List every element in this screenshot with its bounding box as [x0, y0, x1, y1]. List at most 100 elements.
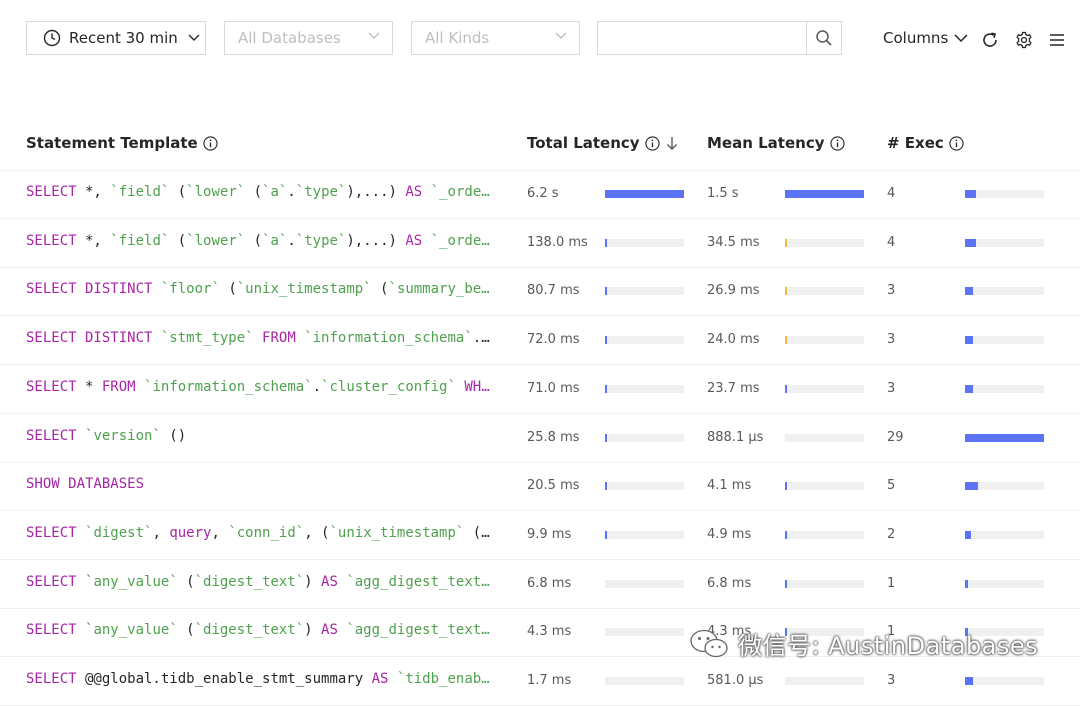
sql-token: AS	[371, 671, 389, 687]
search-input[interactable]	[597, 21, 808, 55]
header-mean-latency[interactable]: Mean Latency	[707, 134, 845, 152]
total-latency-bar	[605, 628, 684, 637]
total-latency-bar	[605, 579, 684, 588]
exec-count-value: 4	[887, 186, 896, 201]
header-total-latency[interactable]: Total Latency	[527, 134, 678, 152]
mean-latency-bar-fill	[785, 190, 864, 198]
sql-token: AS	[405, 184, 423, 200]
total-latency-bar-fill	[605, 190, 684, 198]
statement-template-cell[interactable]: SELECT `any_value` (`digest_text`) AS `a…	[26, 574, 506, 590]
exec-count-bar-fill	[965, 433, 1044, 442]
search-button[interactable]	[806, 21, 842, 55]
total-latency-bar-fill	[605, 482, 607, 491]
total-latency-bar-fill	[605, 336, 607, 345]
exec-count-bar-fill	[965, 384, 973, 393]
sql-token: SELECT	[26, 378, 77, 395]
statement-template-cell[interactable]: SELECT DISTINCT `floor` (`unix_timestamp…	[26, 281, 506, 297]
sql-token: (	[169, 184, 187, 200]
statement-template-cell[interactable]: SELECT *, `field` (`lower` (`a`.`type`),…	[26, 233, 506, 249]
exec-count-bar-fill	[965, 336, 973, 345]
total-latency-value: 25.8 ms	[527, 429, 580, 445]
database-select[interactable]: All Databases	[224, 21, 393, 55]
table-row[interactable]: SELECT DISTINCT `floor` (`unix_timestamp…	[0, 267, 1080, 317]
settings-button[interactable]	[1014, 30, 1034, 50]
reload-button[interactable]	[980, 30, 1000, 50]
statement-template-cell[interactable]: SELECT DISTINCT `stmt_type` FROM `inform…	[26, 330, 506, 346]
kind-select[interactable]: All Kinds	[411, 21, 580, 55]
sql-token: `a`	[262, 184, 288, 200]
sql-token: SELECT	[26, 573, 77, 590]
sql-token: `agg_digest_text…	[346, 573, 490, 590]
mean-latency-bar	[785, 677, 864, 685]
total-latency-value: 6.8 ms	[527, 575, 572, 591]
mean-latency-value: 4.9 ms	[707, 526, 752, 542]
sql-token: `agg_digest_text…	[346, 622, 490, 639]
sql-token: `digest_text`	[194, 573, 305, 590]
header-exec-count[interactable]: # Exec	[887, 134, 964, 152]
exec-count-value: 3	[887, 283, 896, 299]
sql-token: `unix_timestamp`	[236, 281, 372, 298]
sql-token: `field`	[110, 232, 170, 249]
table-row[interactable]: SELECT `version` () 25.8 ms 888.1 µs 29	[0, 414, 1080, 463]
sql-token: SELECT	[26, 232, 77, 249]
sort-descending-icon[interactable]	[666, 136, 678, 151]
menu-button[interactable]	[1047, 30, 1067, 50]
statement-template-cell[interactable]: SELECT *, `field` (`lower` (`a`.`type`),…	[26, 184, 506, 200]
sql-token: (	[169, 232, 187, 249]
info-icon[interactable]	[644, 135, 660, 151]
sql-token: `floor`	[160, 281, 220, 298]
header-total-latency-label: Total Latency	[527, 134, 640, 152]
sql-token: .…	[472, 330, 490, 347]
wechat-icon	[690, 629, 728, 657]
exec-count-value: 1	[887, 575, 896, 591]
sql-token: FROM	[262, 330, 296, 347]
statement-template-cell[interactable]: SELECT `any_value` (`digest_text`) AS `a…	[26, 622, 506, 638]
statement-template-cell[interactable]: SHOW DATABASES	[26, 476, 506, 492]
table-row[interactable]: SELECT *, `field` (`lower` (`a`.`type`),…	[0, 219, 1080, 268]
statement-template-cell[interactable]: SELECT `version` ()	[26, 428, 506, 444]
sql-token: `cluster_config`	[321, 378, 456, 395]
header-statement-label: Statement Template	[26, 134, 198, 152]
sql-token: .	[312, 378, 322, 395]
exec-count-bar	[965, 287, 1044, 296]
sql-token: `information_schema`	[304, 330, 473, 347]
statement-template-cell[interactable]: SELECT `digest`, query, `conn_id`, (`uni…	[26, 525, 506, 541]
sql-token: `lower`	[186, 232, 246, 249]
table-row[interactable]: SELECT DISTINCT `stmt_type` FROM `inform…	[0, 316, 1080, 366]
statement-template-cell[interactable]: SELECT @@global.tidb_enable_stmt_summary…	[26, 671, 506, 687]
statement-template-cell[interactable]: SELECT * FROM `information_schema`.`clus…	[26, 379, 506, 395]
sql-token: .	[287, 232, 296, 249]
sql-token: (…	[464, 524, 490, 541]
exec-count-bar	[965, 579, 1044, 588]
table-row[interactable]: SELECT *, `field` (`lower` (`a`.`type`),…	[0, 170, 1080, 219]
sql-token: ()	[160, 427, 187, 444]
columns-label: Columns	[883, 29, 949, 47]
mean-latency-bar-fill	[785, 287, 787, 296]
header-statement-template[interactable]: Statement Template	[26, 134, 218, 152]
reload-icon	[983, 32, 997, 47]
table-row[interactable]: SELECT `any_value` (`digest_text`) AS `a…	[0, 560, 1080, 609]
table-row[interactable]: SELECT `digest`, query, `conn_id`, (`uni…	[0, 511, 1080, 560]
time-range-picker[interactable]: Recent 30 min	[26, 21, 206, 55]
exec-count-value: 3	[887, 380, 896, 396]
info-icon[interactable]	[949, 135, 964, 151]
info-icon[interactable]	[203, 135, 218, 151]
sql-token: `unix_timestamp`	[329, 524, 465, 541]
table-row[interactable]: SELECT @@global.tidb_enable_stmt_summary…	[0, 657, 1080, 706]
sql-token: SHOW DATABASES	[26, 476, 145, 493]
sql-token: `version`	[85, 427, 161, 444]
sql-token: *,	[76, 184, 111, 200]
sql-token: `_orde…	[430, 184, 490, 200]
table-row[interactable]: SELECT * FROM `information_schema`.`clus…	[0, 365, 1080, 414]
total-latency-value: 71.0 ms	[527, 380, 580, 396]
info-icon[interactable]	[829, 135, 845, 151]
table-row[interactable]: SHOW DATABASES 20.5 ms 4.1 ms 5	[0, 462, 1080, 512]
columns-dropdown[interactable]: Columns	[883, 29, 968, 47]
exec-count-bar	[965, 482, 1044, 491]
sql-token: ),...)	[346, 184, 406, 200]
sql-token: `type`	[295, 232, 347, 249]
